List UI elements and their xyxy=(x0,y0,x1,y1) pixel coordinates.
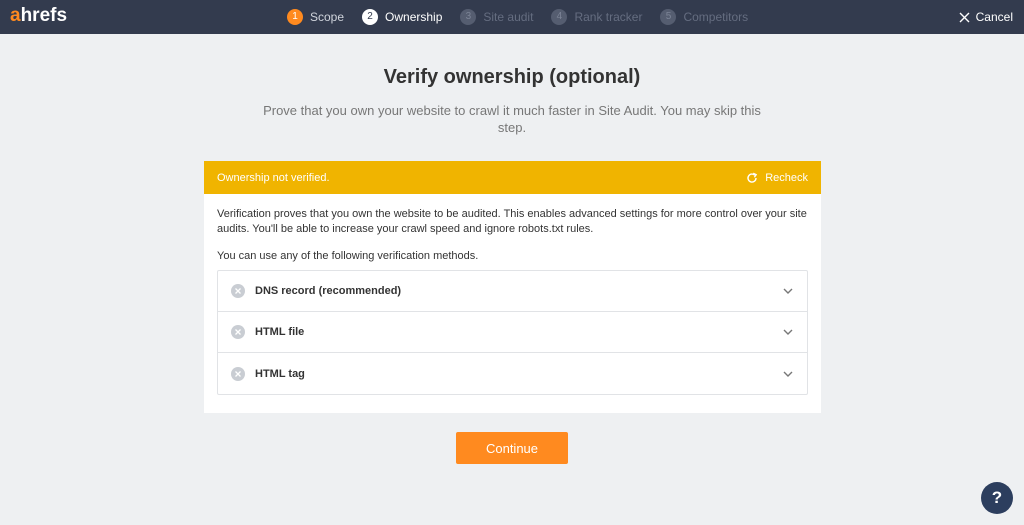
continue-button[interactable]: Continue xyxy=(456,432,568,464)
ownership-status: Ownership not verified. xyxy=(217,171,330,184)
step-competitors: 5 Competitors xyxy=(660,9,748,25)
ahrefs-logo[interactable]: ahrefs xyxy=(10,5,67,27)
step-ownership[interactable]: 2 Ownership xyxy=(362,9,442,25)
step-number: 3 xyxy=(460,9,477,25)
method-label: HTML file xyxy=(255,326,305,338)
recheck-button[interactable]: Recheck xyxy=(746,172,808,184)
chevron-down-icon xyxy=(783,329,793,335)
step-label: Ownership xyxy=(385,10,443,24)
method-label: DNS record (recommended) xyxy=(255,285,402,297)
chevron-down-icon xyxy=(783,371,793,377)
card-body: Verification proves that you own the web… xyxy=(204,194,821,395)
methods-intro: You can use any of the following verific… xyxy=(217,250,479,262)
step-label: Rank tracker xyxy=(574,10,643,24)
wizard-steps: 1 Scope 2 Ownership 3 Site audit 4 Rank … xyxy=(287,0,766,34)
status-banner: Ownership not verified. Recheck xyxy=(204,161,821,194)
method-html-file[interactable]: HTML file xyxy=(218,312,807,353)
step-label: Competitors xyxy=(683,10,749,24)
step-label: Scope xyxy=(310,10,345,24)
not-verified-icon xyxy=(231,366,245,381)
method-dns-record[interactable]: DNS record (recommended) xyxy=(218,271,807,312)
top-bar: ahrefs 1 Scope 2 Ownership 3 Site audit … xyxy=(0,0,1024,34)
verification-methods: DNS record (recommended) HTML file HTML … xyxy=(217,270,808,395)
not-verified-icon xyxy=(231,325,245,339)
step-number: 4 xyxy=(551,9,568,25)
method-label: HTML tag xyxy=(255,367,305,380)
cancel-label: Cancel xyxy=(975,10,1013,24)
page-subtitle: Prove that you own your website to crawl… xyxy=(263,103,761,135)
verification-description: Verification proves that you own the web… xyxy=(217,208,807,235)
step-number: 2 xyxy=(362,9,379,25)
help-button[interactable]: ? xyxy=(981,482,1013,514)
step-rank-tracker: 4 Rank tracker xyxy=(551,9,642,25)
cancel-button[interactable]: Cancel xyxy=(959,0,1013,34)
page-title: Verify ownership (optional) xyxy=(383,66,641,88)
step-label: Site audit xyxy=(483,10,534,24)
method-html-tag[interactable]: HTML tag xyxy=(218,353,807,394)
not-verified-icon xyxy=(231,284,245,298)
chevron-down-icon xyxy=(783,288,793,294)
refresh-icon xyxy=(747,172,758,183)
verification-card: Ownership not verified. Recheck Verifica… xyxy=(204,161,821,413)
step-number: 5 xyxy=(660,9,677,25)
step-number: 1 xyxy=(287,9,303,25)
close-icon xyxy=(959,12,970,22)
step-scope[interactable]: 1 Scope xyxy=(287,9,344,25)
recheck-label: Recheck xyxy=(765,171,808,184)
step-site-audit: 3 Site audit xyxy=(460,9,533,25)
